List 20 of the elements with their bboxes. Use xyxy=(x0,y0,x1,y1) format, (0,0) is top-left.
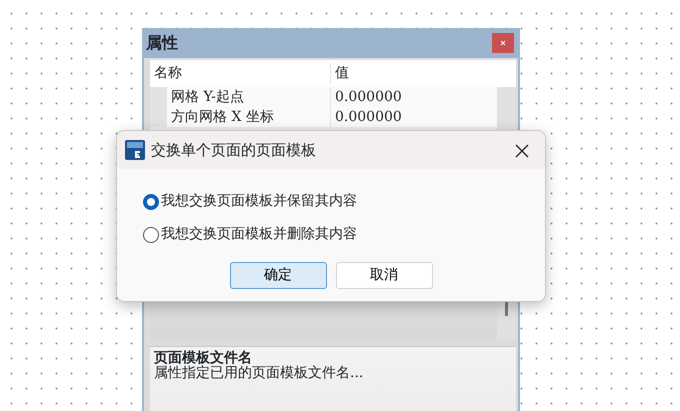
cancel-button[interactable]: 取消 xyxy=(336,262,432,289)
description-title: 页面模板文件名 xyxy=(154,351,253,366)
column-header[interactable]: 值 xyxy=(331,63,349,84)
description-text: 属性指定已用的页面模板文件名... xyxy=(154,366,364,381)
close-icon xyxy=(500,40,506,46)
scrollbar-thumb[interactable] xyxy=(505,302,508,316)
dialog-title: 交换单个页面的页面模板 xyxy=(151,140,316,161)
ok-button[interactable]: 确定 xyxy=(230,262,326,289)
radio-button[interactable] xyxy=(143,226,159,242)
column-header[interactable]: 名称 xyxy=(150,63,331,84)
app-logo-icon xyxy=(125,140,145,160)
close-icon xyxy=(515,144,529,158)
option-label[interactable]: 我想交换页面模板并保留其内容 xyxy=(161,191,357,212)
option-label[interactable]: 我想交换页面模板并删除其内容 xyxy=(161,224,357,245)
radio-button[interactable] xyxy=(143,194,159,210)
property-value[interactable]: 0.000000 xyxy=(331,87,497,107)
property-name[interactable]: 网格 Y-起点 xyxy=(167,87,331,107)
panel-title: 属性 xyxy=(146,32,178,54)
property-name[interactable]: 方向网格 X 坐标 xyxy=(167,107,331,127)
property-value[interactable]: 0.000000 xyxy=(331,107,497,127)
